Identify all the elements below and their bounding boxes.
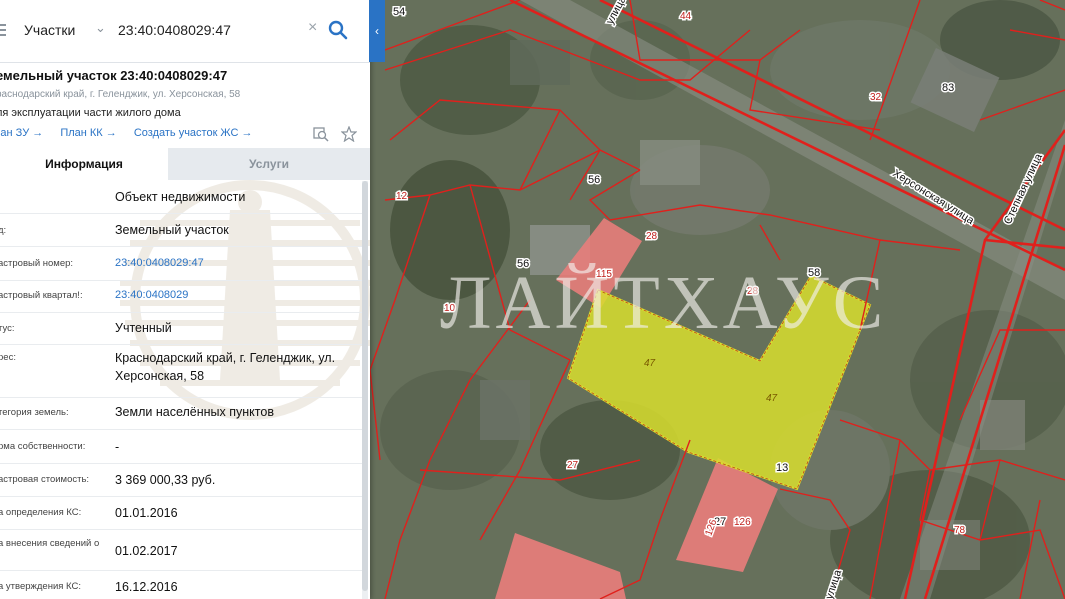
tab-services[interactable]: Услуги (168, 148, 370, 180)
info-label: рма собственности: (0, 441, 86, 452)
info-row-address: рес: Краснодарский край, г. Геленджик, у… (0, 345, 362, 398)
info-label: а определения КС: (0, 507, 82, 518)
collapse-panel-button[interactable]: ‹ (369, 0, 385, 62)
parcel-label-28a: 28 (646, 231, 658, 242)
close-icon[interactable]: × (308, 19, 317, 37)
info-label: тус: (0, 323, 15, 334)
info-value: Краснодарский край, г. Геленджик, ул. Хе… (115, 351, 336, 383)
info-value: Земли населённых пунктов (115, 405, 274, 419)
parcel-label-44: 44 (680, 11, 692, 22)
parcel-label-32: 32 (870, 92, 882, 103)
cadastral-quarter-link[interactable]: 23:40:0408029 (115, 289, 188, 301)
info-label: а внесения сведений о (0, 538, 100, 549)
search-type-select[interactable]: Участки (24, 22, 75, 38)
menu-icon[interactable] (0, 24, 6, 38)
parcel-label-13: 13 (776, 462, 788, 474)
parcel-label-126a: 126 (734, 517, 751, 528)
info-value: - (115, 440, 120, 454)
info-label: астровый номер: (0, 258, 74, 269)
info-row-status: тус: Учтенный (0, 313, 362, 345)
chevron-left-icon: ‹ (375, 24, 379, 38)
arrow-right-icon: → (32, 127, 44, 139)
object-address: раснодарский край, г. Геленджик, ул. Хер… (0, 89, 241, 100)
info-value: 16.12.2016 (115, 580, 178, 594)
info-label: астровый квартал!: (0, 290, 83, 301)
scrollbar-thumb[interactable] (362, 181, 368, 591)
panel-tabs: Информация Услуги (0, 148, 370, 181)
search-input[interactable] (118, 22, 298, 38)
info-label: д: (0, 225, 7, 236)
plan-zu-link[interactable]: лан ЗУ → (0, 127, 43, 139)
object-tools (313, 125, 359, 147)
star-icon[interactable] (340, 125, 359, 143)
info-value: Объект недвижимости (115, 190, 246, 204)
info-row-ks-entry-date: а внесения сведений о 01.02.2017 (0, 530, 362, 571)
zoom-to-object-icon[interactable] (313, 126, 329, 142)
info-value: Земельный участок (115, 223, 229, 237)
watermark-text: ЛАЙТХАУС (440, 261, 887, 345)
arrow-right-icon: → (241, 127, 253, 139)
parcel-label-56a: 56 (588, 174, 600, 186)
object-purpose: ля эксплуатации части жилого дома (0, 107, 181, 119)
search-bar: Участки ⌄ × (0, 0, 370, 63)
info-row-cadastral-value: астровая стоимость: 3 369 000,33 руб. (0, 464, 362, 497)
search-icon[interactable] (328, 20, 348, 40)
parcel-label-47a: 47 (644, 358, 656, 369)
info-row-cadastral-quarter: астровый квартал!: 23:40:0408029 (0, 281, 362, 313)
info-label: : (0, 192, 1, 203)
info-row-ks-approval-date: а утверждения КС: 16.12.2016 (0, 571, 362, 599)
info-row-ks-determination-date: а определения КС: 01.01.2016 (0, 497, 362, 530)
parcel-label-54: 54 (393, 6, 405, 18)
info-label: тегория земель: (0, 407, 69, 418)
object-links: лан ЗУ → План КК → Создать участок ЖС → (0, 127, 266, 139)
parcel-label-47b: 47 (766, 393, 778, 404)
chevron-down-icon[interactable]: ⌄ (95, 20, 106, 36)
parcel-label-78: 78 (954, 525, 966, 536)
info-row-kind: д: Земельный участок (0, 214, 362, 247)
info-table: : Объект недвижимости д: Земельный участ… (0, 181, 362, 599)
info-value: 3 369 000,33 руб. (115, 473, 216, 487)
info-row-land-category: тегория земель: Земли населённых пунктов (0, 398, 362, 430)
cadastral-number-link[interactable]: 23:40:0408029:47 (115, 257, 204, 269)
info-row-cadastral-number: астровый номер: 23:40:0408029:47 (0, 247, 362, 281)
info-panel: Участки ⌄ × емельный участок 23:40:04080… (0, 0, 370, 599)
object-title: емельный участок 23:40:0408029:47 (0, 68, 228, 83)
info-label: а утверждения КС: (0, 581, 81, 592)
info-row-type: : Объект недвижимости (0, 181, 362, 214)
parcel-label-27a: 27 (567, 460, 579, 471)
info-row-ownership: рма собственности: - (0, 430, 362, 464)
parcel-label-83: 83 (942, 82, 954, 94)
info-label: рес: (0, 352, 16, 363)
tab-information[interactable]: Информация (0, 148, 168, 181)
info-value: 01.02.2017 (115, 544, 178, 558)
parcel-label-12: 12 (396, 191, 408, 202)
info-label: астровая стоимость: (0, 474, 90, 485)
plan-kk-link[interactable]: План КК → (60, 127, 116, 139)
info-value: 01.01.2016 (115, 506, 178, 520)
info-value: Учтенный (115, 321, 172, 335)
create-parcel-link[interactable]: Создать участок ЖС → (134, 127, 253, 139)
arrow-right-icon: → (105, 127, 117, 139)
